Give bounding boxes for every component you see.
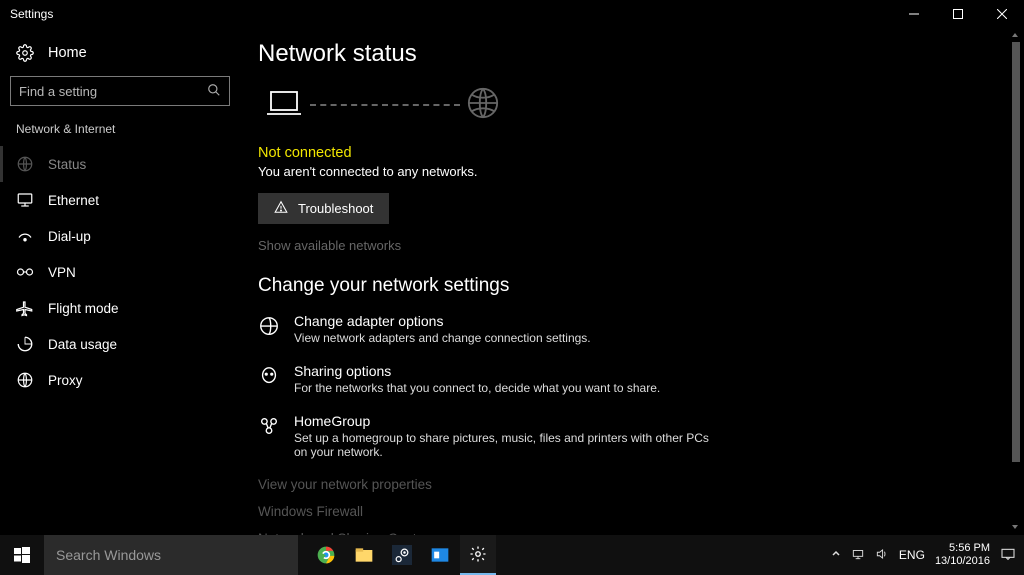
- status-subtext: You aren't connected to any networks.: [258, 164, 1024, 179]
- row-adapter-options[interactable]: Change adapter options View network adap…: [258, 313, 1024, 345]
- row-label: Change adapter options: [294, 313, 591, 329]
- search-placeholder: Find a setting: [19, 84, 97, 99]
- sidebar-item-vpn[interactable]: VPN: [0, 254, 240, 290]
- taskbar-search-placeholder: Search Windows: [56, 547, 161, 563]
- row-desc: For the networks that you connect to, de…: [294, 381, 660, 395]
- tray-date: 13/10/2016: [935, 555, 990, 568]
- sidebar-item-status[interactable]: Status: [0, 146, 240, 182]
- row-sharing-options[interactable]: Sharing options For the networks that yo…: [258, 363, 1024, 395]
- taskbar-apps: [308, 535, 496, 575]
- globe-large-icon: [466, 86, 500, 123]
- sidebar-item-flightmode[interactable]: Flight mode: [0, 290, 240, 326]
- sidebar-search[interactable]: Find a setting: [10, 76, 230, 106]
- row-label: Sharing options: [294, 363, 660, 379]
- sidebar-item-ethernet[interactable]: Ethernet: [0, 182, 240, 218]
- close-button[interactable]: [980, 0, 1024, 28]
- tray-action-center-icon[interactable]: [1000, 547, 1016, 564]
- tray-volume-icon[interactable]: [875, 547, 889, 564]
- maximize-button[interactable]: [936, 0, 980, 28]
- title-bar: Settings: [0, 0, 1024, 28]
- nav-label: Flight mode: [48, 301, 119, 316]
- search-icon: [207, 83, 221, 100]
- status-heading: Not connected: [258, 145, 1024, 161]
- warning-icon: [274, 200, 288, 217]
- connection-line: [310, 104, 460, 106]
- start-button[interactable]: [0, 535, 44, 575]
- link-network-properties[interactable]: View your network properties: [258, 477, 1024, 492]
- sidebar-home[interactable]: Home: [0, 38, 240, 72]
- sidebar-item-datausage[interactable]: Data usage: [0, 326, 240, 362]
- adapter-icon: [258, 315, 280, 340]
- tray-chevron-icon[interactable]: [831, 549, 841, 562]
- taskbar-app-generic[interactable]: [422, 535, 458, 575]
- window-title: Settings: [10, 7, 53, 21]
- minimize-button[interactable]: [892, 0, 936, 28]
- taskbar: Search Windows ENG 5:56 PM 13/10/2016: [0, 535, 1024, 575]
- sidebar-item-proxy[interactable]: Proxy: [0, 362, 240, 398]
- scroll-up-arrow[interactable]: [1008, 28, 1022, 42]
- link-windows-firewall[interactable]: Windows Firewall: [258, 504, 1024, 519]
- tray-clock[interactable]: 5:56 PM 13/10/2016: [935, 542, 990, 567]
- taskbar-app-explorer[interactable]: [346, 535, 382, 575]
- nav-label: Status: [48, 157, 86, 172]
- airplane-icon: [16, 299, 34, 317]
- globe-icon: [16, 371, 34, 389]
- homegroup-icon: [258, 415, 280, 440]
- dialup-icon: [16, 227, 34, 245]
- taskbar-app-chrome[interactable]: [308, 535, 344, 575]
- sharing-icon: [258, 365, 280, 390]
- nav-label: Proxy: [48, 373, 83, 388]
- row-label: HomeGroup: [294, 413, 714, 429]
- taskbar-app-steam[interactable]: [384, 535, 420, 575]
- nav-label: Ethernet: [48, 193, 99, 208]
- data-usage-icon: [16, 335, 34, 353]
- troubleshoot-label: Troubleshoot: [298, 201, 373, 216]
- page-heading: Network status: [258, 40, 1024, 68]
- sidebar-item-dialup[interactable]: Dial-up: [0, 218, 240, 254]
- nav-label: Dial-up: [48, 229, 91, 244]
- change-settings-heading: Change your network settings: [258, 275, 1024, 297]
- nav-label: Data usage: [48, 337, 117, 352]
- tray-language[interactable]: ENG: [899, 548, 925, 562]
- row-homegroup[interactable]: HomeGroup Set up a homegroup to share pi…: [258, 413, 1024, 459]
- vpn-icon: [16, 263, 34, 281]
- ethernet-icon: [16, 191, 34, 209]
- troubleshoot-button[interactable]: Troubleshoot: [258, 193, 389, 224]
- status-icon: [16, 155, 34, 173]
- system-tray: ENG 5:56 PM 13/10/2016: [831, 535, 1024, 575]
- network-diagram: [264, 86, 1024, 123]
- gear-icon: [16, 44, 34, 62]
- laptop-icon: [264, 88, 304, 121]
- taskbar-app-settings[interactable]: [460, 535, 496, 575]
- nav-label: VPN: [48, 265, 76, 280]
- taskbar-search[interactable]: Search Windows: [44, 535, 298, 575]
- scrollbar[interactable]: [1008, 28, 1022, 534]
- sidebar-home-label: Home: [48, 45, 87, 61]
- content-area: Network status Not connected You aren't …: [240, 28, 1024, 535]
- scroll-down-arrow[interactable]: [1008, 520, 1022, 534]
- show-available-networks-link[interactable]: Show available networks: [258, 238, 1024, 253]
- tray-network-icon[interactable]: [851, 547, 865, 564]
- sidebar: Home Find a setting Network & Internet S…: [0, 28, 240, 535]
- row-desc: Set up a homegroup to share pictures, mu…: [294, 431, 714, 459]
- row-desc: View network adapters and change connect…: [294, 331, 591, 345]
- tray-time: 5:56 PM: [935, 542, 990, 555]
- sidebar-section: Network & Internet: [0, 118, 240, 146]
- scrollbar-thumb[interactable]: [1012, 42, 1020, 462]
